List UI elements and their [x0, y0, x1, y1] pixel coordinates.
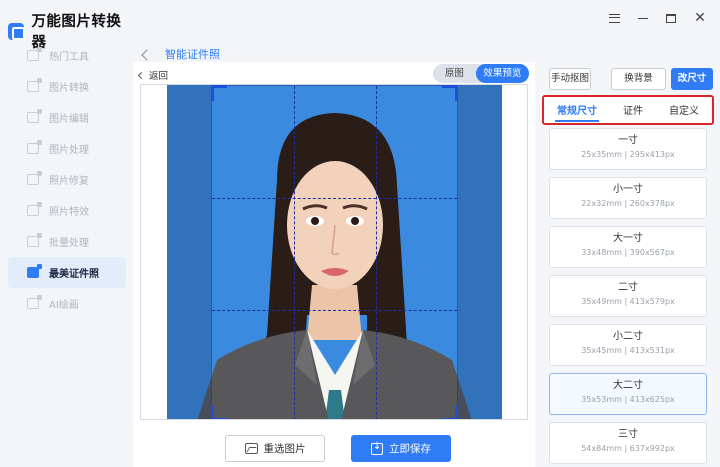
change-size-button[interactable]: 改尺寸	[671, 68, 713, 90]
size-name: 大一寸	[613, 233, 643, 244]
size-name: 三寸	[618, 429, 638, 440]
size-dimensions: 35x45mm | 413x531px	[581, 346, 675, 355]
sidebar-item-label: 图片转换	[49, 83, 89, 94]
ai-drawing-icon	[27, 295, 42, 309]
sidebar-item-photo-repair[interactable]: 照片修复	[8, 164, 126, 195]
toggle-preview[interactable]: 效果预览	[475, 64, 529, 83]
crop-mask-right	[458, 85, 502, 419]
size-list: 一寸 25x35mm | 295x413px 小一寸 22x32mm | 260…	[549, 128, 707, 467]
size-tabs: 常规尺寸 证件 自定义	[542, 95, 714, 125]
sidebar-item-label: 图片编辑	[49, 114, 89, 125]
save-now-button[interactable]: 立即保存	[351, 435, 451, 462]
size-name: 二寸	[618, 282, 638, 293]
crop-handle-bottom-left[interactable]	[211, 405, 227, 419]
size-option[interactable]: 一寸 25x35mm | 295x413px	[549, 128, 707, 170]
size-name: 大二寸	[613, 380, 643, 391]
sidebar-item-ai-drawing[interactable]: AI绘画	[8, 288, 126, 319]
reselect-image-label: 重选图片	[263, 443, 306, 455]
back-chevron-icon[interactable]	[141, 48, 153, 61]
crop-box[interactable]	[211, 85, 458, 419]
size-dimensions: 54x84mm | 637x992px	[581, 444, 675, 453]
close-icon[interactable]: ✕	[694, 11, 706, 25]
tab-standard-sizes[interactable]: 常规尺寸	[555, 100, 599, 122]
editor-back-label: 返回	[149, 71, 169, 82]
size-option-selected[interactable]: 大二寸 35x53mm | 413x625px	[549, 373, 707, 415]
reselect-image-button[interactable]: 重选图片	[225, 435, 325, 462]
sidebar-item-image-convert[interactable]: 图片转换	[8, 71, 126, 102]
hot-tools-icon	[27, 47, 42, 61]
sidebar-item-label: 照片特效	[49, 207, 89, 218]
tab-documents[interactable]: 证件	[621, 100, 645, 121]
sidebar-item-batch[interactable]: 批量处理	[8, 226, 126, 257]
tab-custom[interactable]: 自定义	[667, 100, 701, 121]
size-option[interactable]: 三寸 54x84mm | 637x992px	[549, 422, 707, 464]
sidebar-item-photo-effects[interactable]: 照片特效	[8, 195, 126, 226]
sidebar-item-label: 最美证件照	[49, 269, 99, 280]
chevron-left-icon	[137, 71, 146, 79]
manual-cutout-button[interactable]: 手动抠图	[549, 68, 591, 90]
crop-handle-top-right[interactable]	[442, 85, 458, 101]
photo-effects-icon	[27, 202, 42, 216]
crop-guide-line	[212, 198, 457, 199]
crop-guide-line	[376, 86, 377, 419]
crop-handle-top-left[interactable]	[211, 85, 227, 101]
size-dimensions: 35x49mm | 413x579px	[581, 297, 675, 306]
size-option[interactable]: 小二寸 35x45mm | 413x531px	[549, 324, 707, 366]
sidebar-item-image-edit[interactable]: 图片编辑	[8, 102, 126, 133]
sidebar-item-label: AI绘画	[49, 300, 79, 311]
image-edit-icon	[27, 109, 42, 123]
crop-handle-bottom-right[interactable]	[442, 405, 458, 419]
crop-guide-line	[294, 86, 295, 419]
app-logo-icon	[8, 22, 26, 40]
editor-back-button[interactable]: 返回	[137, 68, 169, 82]
sidebar-item-label: 批量处理	[49, 238, 89, 249]
image-process-icon	[27, 140, 42, 154]
menu-icon[interactable]	[609, 13, 620, 23]
photo-canvas	[140, 84, 528, 420]
sidebar-item-label: 照片修复	[49, 176, 89, 187]
id-photo-icon	[27, 264, 42, 278]
size-dimensions: 25x35mm | 295x413px	[581, 150, 675, 159]
id-photo[interactable]	[167, 85, 502, 419]
size-name: 小一寸	[613, 184, 643, 195]
download-icon	[371, 441, 383, 455]
maximize-icon[interactable]	[666, 13, 676, 23]
size-option[interactable]: 二寸 35x49mm | 413x579px	[549, 275, 707, 317]
size-option[interactable]: 大一寸 33x48mm | 390x567px	[549, 226, 707, 268]
sidebar-item-image-process[interactable]: 图片处理	[8, 133, 126, 164]
size-dimensions: 22x32mm | 260x378px	[581, 199, 675, 208]
batch-icon	[27, 233, 42, 247]
toggle-original[interactable]: 原图	[433, 64, 476, 83]
view-toggle: 原图 效果预览	[433, 64, 529, 83]
save-now-label: 立即保存	[389, 443, 431, 455]
change-background-button[interactable]: 换背景	[611, 68, 666, 90]
image-convert-icon	[27, 78, 42, 92]
sidebar-item-label: 图片处理	[49, 145, 89, 156]
sidebar-item-label: 热门工具	[49, 52, 89, 63]
minimize-icon[interactable]	[638, 17, 648, 19]
image-icon	[244, 443, 258, 454]
photo-repair-icon	[27, 171, 42, 185]
size-name: 小二寸	[613, 331, 643, 342]
sidebar: 万能图片转换器 热门工具 图片转换 图片编辑 图片处理 照片修复 照片特效 批量…	[0, 0, 133, 467]
sidebar-item-hot-tools[interactable]: 热门工具	[8, 40, 126, 71]
size-name: 一寸	[618, 135, 638, 146]
sidebar-item-id-photo[interactable]: 最美证件照	[8, 257, 126, 288]
size-dimensions: 33x48mm | 390x567px	[581, 248, 675, 257]
size-dimensions: 35x53mm | 413x625px	[581, 395, 675, 404]
editor-panel: 返回 原图 效果预览 重选图片 ↓ 立即保存	[133, 62, 535, 467]
options-panel: 手动抠图 换背景 改尺寸 常规尺寸 证件 自定义 一寸 25x35mm | 29…	[535, 62, 720, 467]
crop-guide-line	[212, 310, 457, 311]
size-option[interactable]: 小一寸 22x32mm | 260x378px	[549, 177, 707, 219]
window-controls: ✕	[609, 11, 706, 25]
crop-mask-left	[167, 85, 211, 419]
sidebar-nav: 热门工具 图片转换 图片编辑 图片处理 照片修复 照片特效 批量处理 最美证件照…	[8, 40, 126, 319]
